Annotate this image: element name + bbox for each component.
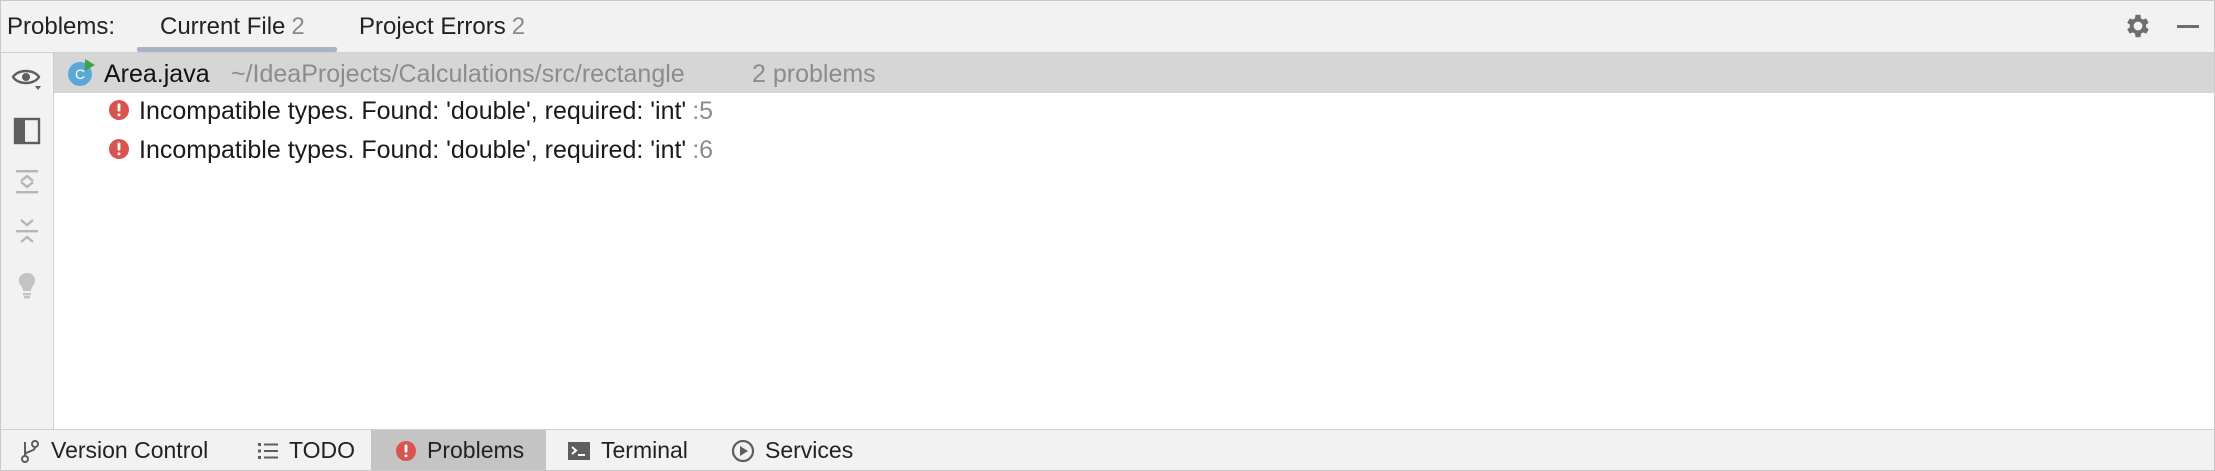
tab-project-errors-label: Project Errors — [359, 13, 506, 40]
problems-tree: C Area.java ~/IdeaProjects/Calculations/… — [54, 53, 2214, 429]
problem-row[interactable]: Incompatible types. Found: 'double', req… — [54, 132, 2214, 170]
problems-button[interactable]: Problems — [371, 430, 546, 470]
todo-label: TODO — [289, 437, 356, 463]
expand-all-button[interactable] — [9, 163, 45, 199]
problem-text: Incompatible types. Found: 'double', req… — [139, 97, 713, 126]
terminal-button[interactable]: Terminal — [567, 430, 688, 470]
settings-button[interactable] — [2123, 11, 2153, 41]
problem-message: Incompatible types. Found: 'double', req… — [139, 97, 687, 125]
collapse-all-icon — [16, 219, 38, 243]
toggle-preview-button[interactable] — [9, 113, 45, 149]
error-icon — [109, 139, 129, 159]
tab-current-file-count: 2 — [291, 13, 305, 40]
problem-message: Incompatible types. Found: 'double', req… — [139, 136, 687, 164]
minimize-button[interactable] — [2173, 11, 2203, 41]
branch-icon — [21, 439, 39, 463]
services-button[interactable]: Services — [731, 430, 854, 470]
header-title: Problems: — [7, 13, 116, 40]
error-icon — [109, 100, 129, 120]
tab-project-errors-count: 2 — [511, 13, 526, 40]
tab-current-file-label: Current File — [160, 13, 286, 40]
tab-project-errors[interactable]: Project Errors 2 — [359, 1, 549, 52]
eye-icon — [11, 69, 41, 90]
problems-tool-window: Problems: Current File 2 Project Errors 2 — [0, 0, 2215, 471]
problem-text: Incompatible types. Found: 'double', req… — [139, 136, 713, 165]
problem-row[interactable]: Incompatible types. Found: 'double', req… — [54, 93, 2214, 131]
list-icon — [258, 442, 278, 459]
expand-all-icon — [16, 170, 38, 194]
quick-fix-button[interactable] — [9, 267, 45, 303]
left-toolbar — [1, 53, 54, 429]
minimize-icon — [2177, 25, 2199, 28]
terminal-icon — [568, 441, 590, 460]
show-options-button[interactable] — [9, 61, 45, 97]
lightbulb-icon — [18, 273, 36, 299]
svg-text:C: C — [75, 66, 85, 82]
version-control-button[interactable]: Version Control — [19, 430, 209, 470]
services-icon — [731, 439, 755, 462]
file-problem-count: 2 problems — [752, 60, 876, 88]
problems-header: Problems: Current File 2 Project Errors 2 — [1, 1, 2214, 53]
todo-button[interactable]: TODO — [257, 430, 356, 470]
problem-line: :5 — [692, 97, 714, 125]
file-path: ~/IdeaProjects/Calculations/src/rectangl… — [231, 60, 685, 88]
java-class-icon: C — [68, 59, 95, 86]
tool-window-bar: Version Control TODO Problems Terminal S… — [1, 429, 2214, 470]
file-node-row[interactable]: C Area.java ~/IdeaProjects/Calculations/… — [54, 53, 2214, 93]
problems-label: Problems — [427, 437, 525, 463]
preview-panel-icon — [13, 117, 41, 145]
services-label: Services — [765, 437, 854, 463]
version-control-label: Version Control — [51, 437, 209, 463]
problem-line: :6 — [692, 136, 714, 164]
collapse-all-button[interactable] — [9, 213, 45, 249]
file-name: Area.java — [104, 60, 210, 88]
terminal-label: Terminal — [601, 437, 688, 463]
error-icon — [396, 440, 416, 461]
tab-current-file[interactable]: Current File 2 — [137, 1, 337, 52]
gear-icon — [2127, 14, 2149, 38]
